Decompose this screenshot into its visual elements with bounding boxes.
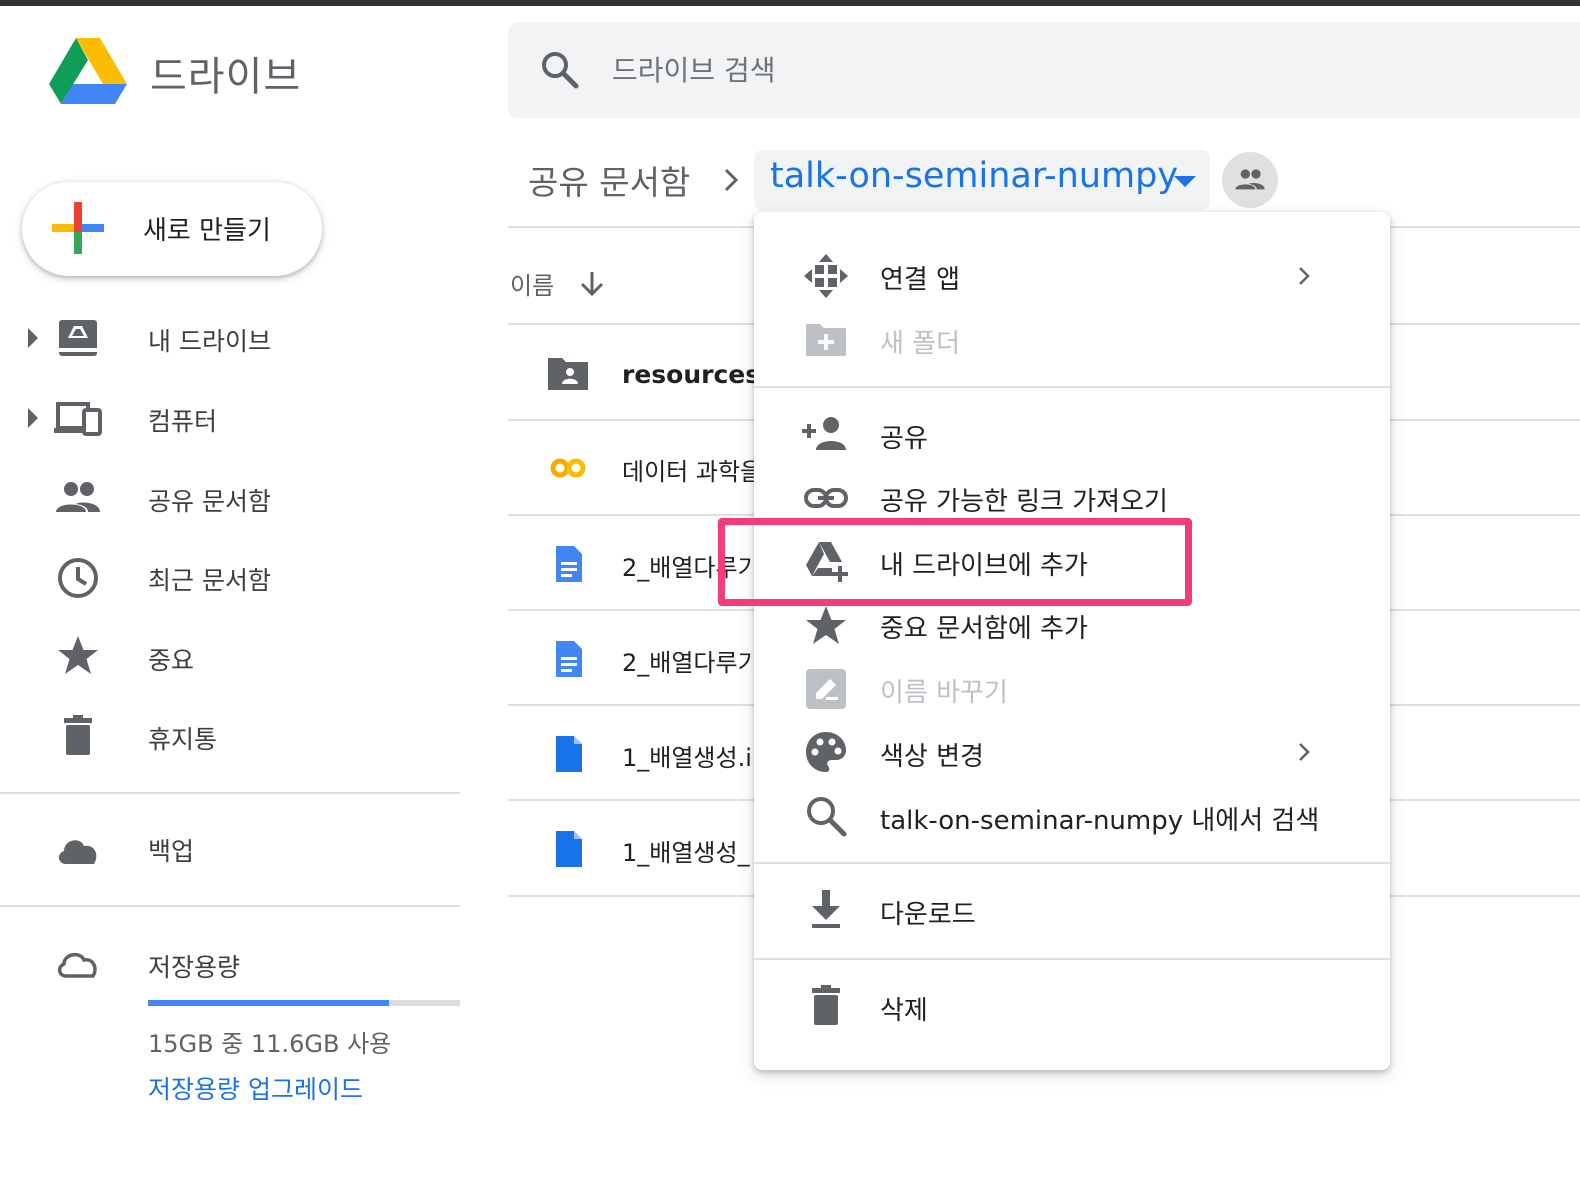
- google-doc-icon: [556, 546, 582, 582]
- chevron-down-icon: [1174, 176, 1196, 187]
- menu-item-label: 공유 가능한 링크 가져오기: [880, 487, 1168, 517]
- computers-icon: [54, 402, 102, 436]
- shared-people-icon: [1235, 169, 1265, 190]
- cloud-icon: [58, 840, 97, 864]
- file-name: 데이터 과학을: [622, 458, 754, 486]
- arrow-down-icon[interactable]: [578, 268, 606, 300]
- menu-divider: [754, 958, 1390, 960]
- my-drive-icon: [59, 320, 97, 356]
- shared-people-icon: [56, 482, 100, 512]
- new-folder-icon: [806, 324, 846, 356]
- storage-usage-fill: [148, 1000, 389, 1006]
- chevron-right-icon: [724, 168, 739, 192]
- rename-icon: [806, 669, 846, 709]
- window-top-strip: [0, 0, 1580, 6]
- palette-icon: [806, 732, 846, 772]
- sidebar-divider: [0, 792, 460, 794]
- storage-upgrade-link[interactable]: 저장용량 업그레이드: [148, 1070, 363, 1106]
- menu-item-label: 새 폴더: [880, 329, 961, 359]
- sidebar-item-label: 내 드라이브: [148, 327, 271, 356]
- file-name: 1_배열생성_: [622, 839, 750, 867]
- search-icon[interactable]: [538, 48, 582, 92]
- file-icon: [556, 736, 582, 772]
- menu-divider: [754, 862, 1390, 864]
- shared-folder-icon: [548, 358, 588, 390]
- sidebar-item-label: 휴지통: [148, 725, 218, 754]
- column-header-name[interactable]: 이름: [510, 266, 554, 301]
- menu-item-label: 다운로드: [880, 900, 976, 930]
- menu-item-label: talk-on-seminar-numpy 내에서 검색: [880, 806, 1320, 836]
- sidebar-item-label: 중요: [148, 646, 195, 675]
- person-add-icon: [802, 417, 846, 450]
- menu-item-label: 공유: [880, 424, 928, 454]
- highlight-annotation: [718, 518, 1192, 606]
- file-name: 2_배열다루기: [622, 649, 754, 677]
- search-input[interactable]: [612, 50, 1212, 90]
- cloud-outline-icon: [57, 952, 97, 978]
- new-button-label: 새로 만들기: [143, 216, 271, 246]
- sidebar-item-label: 공유 문서함: [148, 487, 271, 516]
- expand-arrow-icon[interactable]: [26, 408, 40, 428]
- google-doc-icon: [556, 641, 582, 677]
- menu-divider: [754, 386, 1390, 388]
- file-name: 1_배열생성.i: [622, 744, 752, 772]
- search-icon: [807, 797, 847, 837]
- file-name: resources: [622, 360, 761, 389]
- chevron-right-icon: [1299, 743, 1310, 761]
- breadcrumb-root[interactable]: 공유 문서함: [528, 156, 690, 204]
- app-name: 드라이브: [150, 54, 302, 100]
- sidebar-divider: [0, 905, 460, 907]
- sidebar-item-label: 백업: [148, 837, 195, 866]
- drive-logo-icon: [49, 38, 127, 104]
- sidebar-item-label: 최근 문서함: [148, 566, 271, 595]
- chevron-right-icon: [1299, 267, 1310, 285]
- link-icon: [804, 488, 848, 508]
- plus-icon: [52, 202, 104, 254]
- star-icon: [58, 636, 98, 674]
- trash-icon: [64, 715, 92, 755]
- expand-arrow-icon[interactable]: [26, 328, 40, 348]
- trash-icon: [812, 985, 840, 1025]
- menu-item-label: 삭제: [880, 996, 928, 1026]
- menu-item-label: 이름 바꾸기: [880, 678, 1008, 708]
- clock-icon: [58, 558, 98, 598]
- menu-item-label: 중요 문서함에 추가: [880, 614, 1088, 644]
- connected-apps-icon: [804, 254, 848, 298]
- star-icon: [806, 606, 846, 644]
- sidebar-item-label: 컴퓨터: [148, 407, 218, 436]
- storage-usage-text: 15GB 중 11.6GB 사용: [148, 1030, 392, 1058]
- file-icon: [556, 831, 582, 867]
- breadcrumb-current-label: talk-on-seminar-numpy: [770, 156, 1179, 196]
- storage-label[interactable]: 저장용량: [148, 948, 240, 984]
- menu-item-label: 연결 앱: [880, 265, 961, 295]
- colab-icon: [550, 458, 586, 478]
- download-icon: [812, 890, 840, 928]
- menu-item-label: 색상 변경: [880, 742, 984, 772]
